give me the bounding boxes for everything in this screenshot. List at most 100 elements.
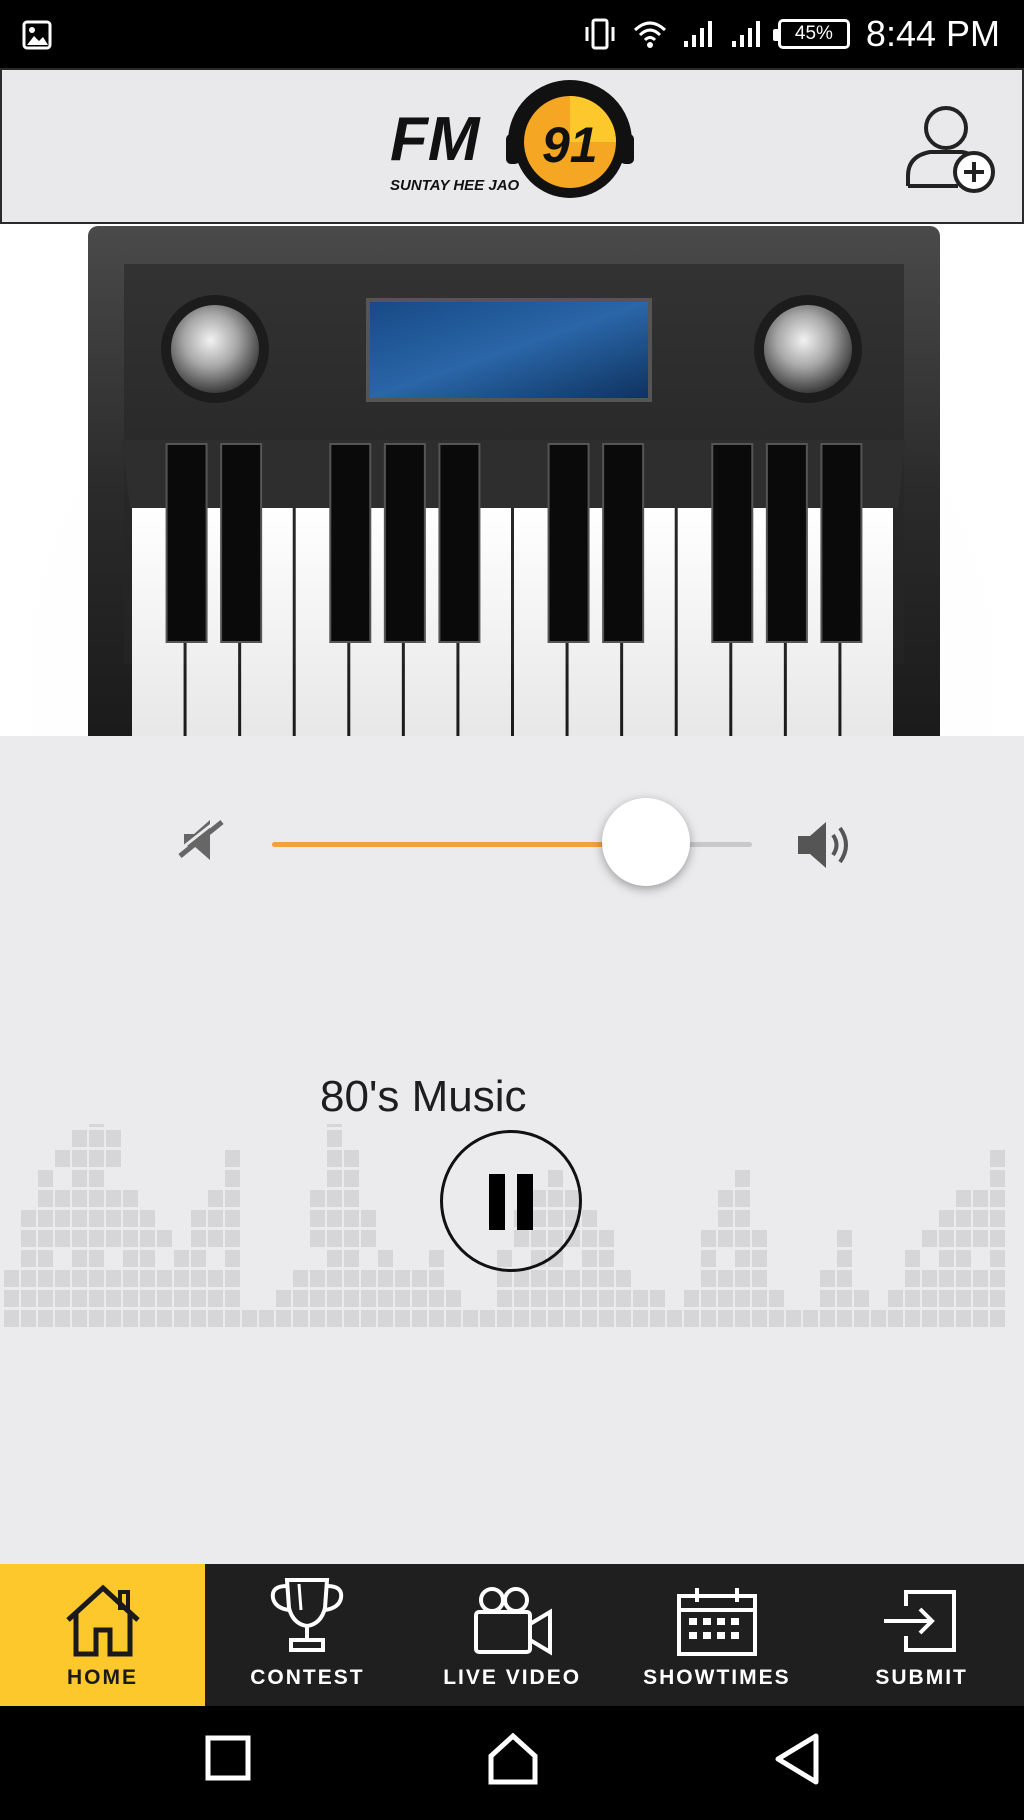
signal-icon: [731, 21, 760, 47]
volume-slider-fill: [272, 842, 647, 847]
equalizer-cell: [854, 1290, 869, 1307]
equalizer-cell: [990, 1250, 1005, 1267]
back-icon[interactable]: [772, 1732, 822, 1786]
equalizer-cell: [395, 1270, 410, 1287]
status-bar: 45% 8:44 PM: [0, 0, 1024, 68]
equalizer-cell: [89, 1310, 104, 1327]
tab-submit[interactable]: SUBMIT: [819, 1564, 1024, 1706]
equalizer-cell: [735, 1210, 750, 1227]
equalizer-cell: [718, 1310, 733, 1327]
equalizer-cell: [140, 1230, 155, 1247]
vibrate-icon: [585, 18, 615, 50]
equalizer-cell: [973, 1230, 988, 1247]
equalizer-cell: [72, 1130, 87, 1147]
equalizer-cell: [990, 1170, 1005, 1187]
equalizer-cell: [140, 1250, 155, 1267]
tab-label: HOME: [67, 1666, 138, 1689]
equalizer-cell: [735, 1230, 750, 1247]
equalizer-cell: [174, 1310, 189, 1327]
piano-black-key: [602, 443, 645, 643]
recents-icon[interactable]: [204, 1732, 254, 1786]
equalizer-cell: [327, 1130, 342, 1147]
equalizer-cell: [72, 1250, 87, 1267]
equalizer-cell: [735, 1250, 750, 1267]
equalizer-cell: [38, 1170, 53, 1187]
equalizer-cell: [361, 1310, 376, 1327]
now-playing-title: 80's Music: [320, 1072, 527, 1121]
equalizer-cell: [38, 1270, 53, 1287]
equalizer-cell: [208, 1190, 223, 1207]
equalizer-cell: [310, 1190, 325, 1207]
equalizer-cell: [89, 1270, 104, 1287]
tab-showtimes[interactable]: SHOWTIMES: [615, 1564, 820, 1706]
equalizer-cell: [616, 1270, 631, 1287]
equalizer-cell: [854, 1310, 869, 1327]
equalizer-cell: [21, 1230, 36, 1247]
equalizer-cell: [310, 1230, 325, 1247]
equalizer-cell: [310, 1290, 325, 1307]
equalizer-cell: [769, 1310, 784, 1327]
add-user-icon[interactable]: [902, 100, 998, 196]
equalizer-cell: [888, 1310, 903, 1327]
piano-black-key: [383, 443, 426, 643]
piano-black-key: [547, 443, 590, 643]
volume-max-icon[interactable]: [796, 818, 854, 872]
equalizer-cell: [38, 1250, 53, 1267]
tab-contest[interactable]: CONTEST: [205, 1564, 410, 1706]
nav-home-icon[interactable]: [486, 1732, 540, 1786]
equalizer-cell: [225, 1210, 240, 1227]
equalizer-cell: [21, 1210, 36, 1227]
equalizer-cell: [157, 1310, 172, 1327]
equalizer-cell: [72, 1230, 87, 1247]
equalizer-cell: [378, 1250, 393, 1267]
equalizer-cell: [157, 1290, 172, 1307]
equalizer-cell: [293, 1290, 308, 1307]
equalizer-cell: [191, 1210, 206, 1227]
equalizer-cell: [429, 1310, 444, 1327]
equalizer-cell: [208, 1210, 223, 1227]
equalizer-cell: [327, 1150, 342, 1167]
equalizer-cell: [4, 1290, 19, 1307]
equalizer-cell: [990, 1190, 1005, 1207]
equalizer-cell: [990, 1230, 1005, 1247]
equalizer-cell: [684, 1310, 699, 1327]
equalizer-cell: [89, 1290, 104, 1307]
equalizer-cell: [752, 1270, 767, 1287]
equalizer-cell: [956, 1290, 971, 1307]
equalizer-cell: [89, 1190, 104, 1207]
equalizer-cell: [973, 1190, 988, 1207]
equalizer-cell: [21, 1270, 36, 1287]
equalizer-cell: [21, 1250, 36, 1267]
equalizer-cell: [548, 1310, 563, 1327]
equalizer-cell: [225, 1250, 240, 1267]
equalizer-cell: [446, 1310, 461, 1327]
equalizer-cell: [89, 1210, 104, 1227]
equalizer-cell: [599, 1250, 614, 1267]
equalizer-cell: [599, 1290, 614, 1307]
equalizer-cell: [89, 1170, 104, 1187]
volume-slider-thumb[interactable]: [602, 798, 691, 886]
pause-button[interactable]: [440, 1130, 582, 1272]
equalizer-cell: [973, 1290, 988, 1307]
equalizer-cell: [106, 1310, 121, 1327]
equalizer-cell: [293, 1270, 308, 1287]
equalizer-cell: [123, 1190, 138, 1207]
equalizer-cell: [514, 1310, 529, 1327]
equalizer-cell: [973, 1310, 988, 1327]
trophy-icon: [271, 1578, 344, 1652]
equalizer-cell: [701, 1270, 716, 1287]
equalizer-cell: [752, 1290, 767, 1307]
image-icon: [22, 20, 52, 50]
equalizer-cell: [55, 1290, 70, 1307]
equalizer-cell: [344, 1250, 359, 1267]
tab-live-video[interactable]: LIVE VIDEO: [410, 1564, 615, 1706]
equalizer-cell: [939, 1250, 954, 1267]
equalizer-cell: [225, 1190, 240, 1207]
equalizer-cell: [769, 1290, 784, 1307]
equalizer-cell: [123, 1230, 138, 1247]
equalizer-cell: [293, 1310, 308, 1327]
tab-home[interactable]: HOME: [0, 1564, 205, 1706]
volume-mute-icon[interactable]: [176, 812, 228, 868]
equalizer-cell: [208, 1270, 223, 1287]
equalizer-cell: [4, 1270, 19, 1287]
